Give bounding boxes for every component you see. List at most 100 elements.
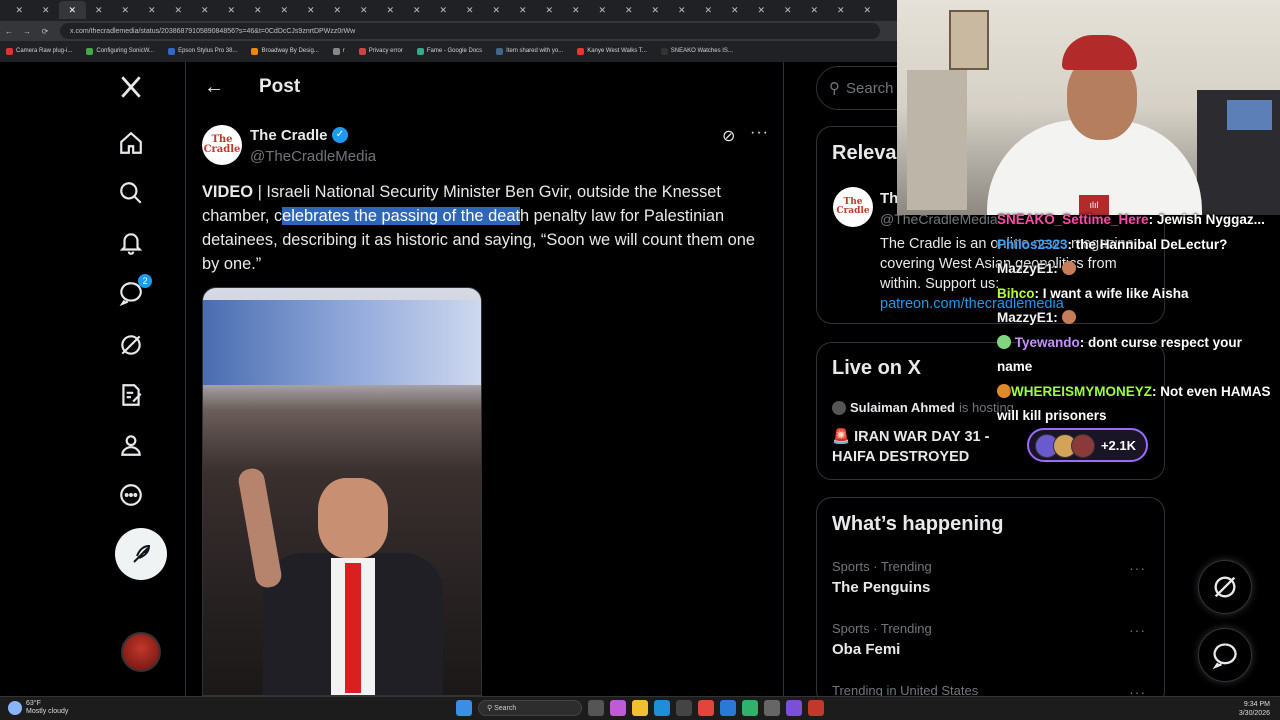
browser-tab[interactable]: ✕ (536, 1, 563, 19)
browser-tab[interactable]: ✕ (801, 1, 828, 19)
grok-floating-button[interactable] (1198, 560, 1252, 614)
bookmark-item[interactable]: Item shared with yo... (496, 47, 564, 55)
taskbar-search[interactable]: ⚲ Search (478, 700, 582, 716)
relevant-avatar[interactable]: The Cradle (833, 187, 873, 227)
webcam-monitor (1227, 100, 1272, 130)
browser-tab[interactable]: ✕ (6, 1, 33, 19)
back-nav-icon[interactable]: ← (0, 27, 18, 36)
grok-explain-icon[interactable]: ⊘ (722, 126, 735, 146)
webcam-streamer-cap (1062, 35, 1137, 70)
bookmark-label: Fame - Google Docs (426, 48, 483, 54)
store-icon[interactable] (676, 700, 692, 716)
bookmark-item[interactable]: Kanye West Walks T... (577, 47, 647, 55)
bookmark-item[interactable]: SNEAKO Watches IS... (660, 47, 733, 55)
browser-tab[interactable]: ✕ (245, 1, 272, 19)
author-name[interactable]: The Cradle (250, 127, 328, 144)
home-icon[interactable] (116, 128, 146, 158)
browser-tab[interactable]: ✕ (271, 1, 298, 19)
reload-icon[interactable]: ⟳ (36, 27, 54, 36)
browser-tab[interactable]: ✕ (854, 1, 881, 19)
browser-tab[interactable]: ✕ (430, 1, 457, 19)
browser-tab[interactable]: ✕ (828, 1, 855, 19)
browser-tab[interactable]: ✕ (377, 1, 404, 19)
browser-tab[interactable]: ✕ (589, 1, 616, 19)
post-video[interactable] (202, 287, 482, 696)
clock[interactable]: 9:34 PM 3/30/2026 (1239, 700, 1270, 718)
account-avatar[interactable] (121, 632, 161, 672)
author-handle[interactable]: @TheCradleMedia (250, 148, 376, 165)
profile-icon[interactable] (116, 430, 146, 460)
browser-tab[interactable]: ✕ (695, 1, 722, 19)
browser-tab[interactable]: ✕ (165, 1, 192, 19)
browser-tab[interactable]: ✕ (59, 1, 86, 19)
browser-tab[interactable]: ✕ (510, 1, 537, 19)
trend-name[interactable]: The Penguins (832, 579, 930, 596)
live-host[interactable]: Sulaiman Ahmed is hosting (832, 400, 1014, 415)
bookmark-item[interactable]: r (332, 47, 345, 55)
trend-more-icon[interactable]: ··· (1129, 560, 1146, 576)
live-space-title[interactable]: 🚨 IRAN WAR DAY 31 - HAIFA DESTROYED (832, 427, 1012, 467)
browser-tab[interactable]: ✕ (324, 1, 351, 19)
more-options-icon[interactable] (116, 480, 146, 510)
browser-tab[interactable]: ✕ (139, 1, 166, 19)
app-icon[interactable] (786, 700, 802, 716)
browser-tab[interactable]: ✕ (351, 1, 378, 19)
app-icon[interactable] (764, 700, 780, 716)
browser-tab[interactable]: ✕ (218, 1, 245, 19)
weather-widget[interactable]: 63°F Mostly cloudy (8, 700, 68, 716)
copilot-icon[interactable] (610, 700, 626, 716)
author-avatar[interactable]: The Cradle (202, 125, 242, 165)
tab-strip: ✕ ✕ ✕ ✕ ✕ ✕ ✕ ✕ ✕ ✕ ✕ ✕ ✕ ✕ ✕ ✕ ✕ ✕ ✕ ✕ ✕ ✕ ✕ ✕ ✕ ✕ ✕ ✕ ✕ ✕ ✕ ✕ ✕ (0, 0, 897, 20)
bookmark-item[interactable]: Camera Raw plug-i... (6, 47, 72, 55)
bookmarks-bar: Camera Raw plug-i... Configuring SonicW..… (0, 42, 897, 60)
browser-tab[interactable]: ✕ (192, 1, 219, 19)
browser-tab[interactable]: ✕ (112, 1, 139, 19)
live-viewers-pill[interactable]: +2.1K (1027, 428, 1148, 462)
browser-tab[interactable]: ✕ (404, 1, 431, 19)
start-icon[interactable] (456, 700, 472, 716)
browser-tab[interactable]: ✕ (33, 1, 60, 19)
task-view-icon[interactable] (588, 700, 604, 716)
trend-more-icon[interactable]: ··· (1129, 622, 1146, 638)
bookmark-item[interactable]: Privacy error (358, 47, 403, 55)
grok-icon[interactable] (116, 330, 146, 360)
edge-icon[interactable] (654, 700, 670, 716)
bookmark-item[interactable]: Epson Stylus Pro 38... (168, 47, 237, 55)
compose-article-icon[interactable] (116, 380, 146, 410)
chrome-icon[interactable] (698, 700, 714, 716)
browser-tab[interactable]: ✕ (642, 1, 669, 19)
browser-tab[interactable]: ✕ (669, 1, 696, 19)
app-icon[interactable] (808, 700, 824, 716)
grok-chat-icon[interactable]: 2 (116, 274, 152, 308)
address-text: x.com/thecradlemedia/status/203868791058… (70, 27, 356, 35)
notifications-bell-icon[interactable] (116, 228, 146, 258)
browser-tab[interactable]: ✕ (86, 1, 113, 19)
browser-tab[interactable]: ✕ (298, 1, 325, 19)
forward-nav-icon[interactable]: → (18, 27, 36, 36)
address-bar[interactable]: x.com/thecradlemedia/status/203868791058… (60, 23, 880, 39)
bookmark-item[interactable]: Broadway By Desig... (251, 47, 319, 55)
bookmark-label: Item shared with yo... (506, 48, 564, 54)
app-icon[interactable] (720, 700, 736, 716)
explore-search-icon[interactable] (116, 178, 146, 208)
browser-tab[interactable]: ✕ (748, 1, 775, 19)
browser-tab[interactable]: ✕ (775, 1, 802, 19)
messages-floating-button[interactable] (1198, 628, 1252, 682)
browser-tab[interactable]: ✕ (563, 1, 590, 19)
bookmark-item[interactable]: Configuring SonicW... (86, 47, 154, 55)
file-explorer-icon[interactable] (632, 700, 648, 716)
app-icon[interactable] (742, 700, 758, 716)
post-compose-button[interactable] (115, 528, 167, 580)
clock-time: 9:34 PM (1243, 701, 1270, 708)
browser-tab[interactable]: ✕ (483, 1, 510, 19)
bookmark-item[interactable]: Fame - Google Docs (416, 47, 483, 55)
back-arrow-icon[interactable]: ← (204, 76, 224, 99)
bookmark-label: r (342, 48, 345, 54)
browser-tab[interactable]: ✕ (457, 1, 484, 19)
browser-tab[interactable]: ✕ (616, 1, 643, 19)
x-logo-icon[interactable] (116, 72, 146, 102)
post-more-icon[interactable]: ··· (750, 124, 769, 142)
main-column: ← Post The Cradle The Cradle ✓ @TheCradl… (186, 62, 784, 696)
trend-name[interactable]: Oba Femi (832, 641, 900, 658)
browser-tab[interactable]: ✕ (722, 1, 749, 19)
